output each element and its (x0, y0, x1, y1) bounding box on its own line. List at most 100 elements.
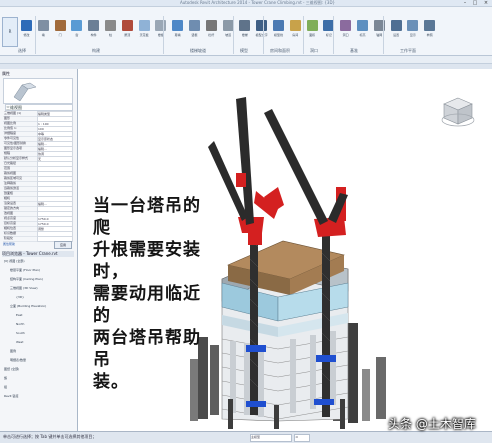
left-panel: 属性 三维视图 三维视图 (1) 编辑类型 图形 视图比例 1 : 100 比例值 1: 1… (0, 69, 78, 431)
browser-tree-item[interactable]: 三维视图 (3D View) (10, 286, 80, 291)
browser-tree-item[interactable]: 明细表/数量 (10, 358, 80, 363)
property-key: 视点高度 (4, 216, 17, 220)
browser-tree-item[interactable]: South (16, 331, 86, 336)
ribbon-tool-icon (222, 20, 234, 31)
ribbon-tool-icon (138, 20, 150, 31)
ribbon-button-label: 幕墙 (174, 33, 181, 37)
ribbon-button[interactable]: 修改 (20, 18, 33, 44)
ribbon-button[interactable]: 房间 (289, 18, 302, 44)
ribbon-button[interactable]: 楼梯 (238, 18, 251, 44)
ribbon-button-label: 门 (58, 33, 62, 37)
property-key: 渲染设置 (4, 201, 17, 205)
browser-tree-item[interactable]: 图例 (10, 349, 80, 354)
application-menu-button[interactable]: R (2, 17, 18, 47)
ribbon-button-label: 洞口 (342, 33, 349, 37)
ribbon-button[interactable]: 设置 (390, 18, 403, 44)
ribbon-button[interactable]: 楼板 (154, 18, 167, 44)
ribbon-separator (35, 16, 36, 54)
panel-label: 构建 (92, 48, 100, 53)
view-type-icon (13, 82, 37, 102)
ribbon-tool-icon (155, 20, 167, 31)
browser-tree-item[interactable]: East (16, 313, 86, 318)
browser-tree-item[interactable]: [0] 视图 (全部) (4, 259, 74, 264)
zoom-field[interactable]: :0 (294, 434, 310, 442)
property-key: 锁定的方向 (4, 206, 20, 210)
property-key: 剖面框 (4, 191, 14, 195)
ribbon-tool-icon (239, 20, 251, 31)
maximize-icon[interactable]: □ (470, 0, 480, 6)
property-key: 零件可见性 (4, 136, 20, 140)
ribbon-button[interactable]: 栏杆 (205, 18, 218, 44)
ribbon-tool-icon (21, 20, 32, 31)
browser-tree-item[interactable]: 立面 (Building Elevation) (10, 304, 80, 309)
ribbon-tool-icon (289, 20, 301, 31)
browser-tree-item[interactable]: {3D} (16, 295, 86, 300)
ribbon-button-label: 墙 (41, 33, 45, 37)
browser-tree-item[interactable]: North (16, 322, 86, 327)
ribbon-button[interactable]: 显示 (406, 18, 419, 44)
ribbon-button[interactable]: 窗 (70, 18, 83, 44)
ribbon-button[interactable]: 门 (54, 18, 67, 44)
browser-tree-item[interactable]: 楼层平面 (Floor Plan) (10, 268, 80, 273)
caption-line: 当一台塔吊的爬 (93, 196, 201, 238)
property-key: 默认分析显示样式 (4, 156, 29, 160)
viewport-caption: 当一台塔吊的爬 升根需要安装时， 需要动用临近的 两台塔吊帮助吊 装。 (93, 195, 213, 393)
browser-tree-item[interactable]: Revit 链接 (4, 394, 74, 399)
ribbon-button-label: 楼板 (157, 33, 164, 37)
property-key: 相机位置 (4, 226, 17, 230)
panel-label: 工作平面 (400, 48, 416, 53)
ribbon-tool-icon (273, 20, 284, 31)
caption-line: 装。 (93, 372, 129, 392)
ribbon-separator (233, 16, 234, 54)
panel-label: 楼梯坡道 (190, 48, 206, 53)
ribbon-button[interactable]: 标高 (356, 18, 369, 44)
title-bar: Autodesk Revit Architecture 2014 - Tower… (0, 0, 492, 7)
ribbon-button[interactable]: 模型文字 (255, 18, 268, 44)
properties-help-link[interactable]: 属性帮助 (3, 242, 15, 246)
ribbon-tool-icon (172, 20, 184, 31)
apply-button[interactable]: 应用 (54, 241, 72, 249)
status-message: 单击可进行选择；按 Tab 键并单击可选择其他项目； (3, 434, 97, 439)
property-key: 比例值 1: (4, 126, 17, 130)
browser-tree-item[interactable]: West (16, 340, 86, 345)
ribbon: R 修改墙门窗构件柱屋顶 天花板 楼板 幕墙 竖梃 栏杆 坡道 楼梯 模型文字 模型线 房间 面积 标记… (0, 7, 492, 56)
type-selector-preview[interactable] (3, 78, 73, 104)
property-key: 目标高度 (4, 221, 17, 225)
ribbon-button-label: 修改 (23, 33, 30, 37)
minimize-icon[interactable]: – (460, 0, 470, 6)
ribbon-button[interactable]: 天花板 (138, 18, 151, 44)
options-bar (0, 56, 492, 64)
ribbon-button[interactable]: 面积 (306, 18, 319, 44)
ribbon-button-label: 显示 (409, 33, 416, 37)
ribbon-button[interactable]: 墙 (37, 18, 50, 44)
property-key: 相机 (4, 196, 11, 200)
ribbon-button[interactable]: 屋顶 (121, 18, 134, 44)
ribbon-button-label: 天花板 (139, 33, 149, 37)
property-key: 详细程度 (4, 131, 17, 135)
watermark: 头条 @土木智库 (388, 417, 476, 431)
property-key: 图形显示选项 (4, 146, 23, 150)
ribbon-button[interactable]: 构件 (87, 18, 100, 44)
type-name-field[interactable]: 三维视图 (5, 104, 73, 111)
viewcube-icon[interactable] (440, 96, 476, 130)
property-key: 远裁剪激活 (4, 186, 20, 190)
ribbon-tool-icon (256, 20, 268, 31)
browser-tree-item[interactable]: 族 (4, 376, 74, 381)
browser-tree-item[interactable]: 结构平面 (Ceiling Plan) (10, 277, 80, 282)
browser-tree-item[interactable]: 图纸 (全部) (4, 367, 74, 372)
ribbon-button-label: 竖梃 (191, 33, 198, 37)
browser-tree-item[interactable]: 组 (4, 385, 74, 390)
active-model-field[interactable]: 主模型 (250, 434, 292, 442)
close-icon[interactable]: × (481, 0, 491, 6)
ribbon-button[interactable]: 竖梃 (188, 18, 201, 44)
ribbon-button[interactable]: 参照 (423, 18, 436, 44)
caption-line: 需要动用临近的 (93, 284, 201, 326)
ribbon-tool-icon (54, 20, 66, 31)
ribbon-button-label: 模型文字 (255, 33, 268, 37)
ribbon-button[interactable]: 柱 (104, 18, 117, 44)
ribbon-button[interactable]: 模型线 (272, 18, 285, 44)
ribbon-tool-icon (340, 20, 352, 31)
ribbon-button[interactable]: 幕墙 (171, 18, 184, 44)
panel-label: 基准 (350, 48, 358, 53)
ribbon-button[interactable]: 洞口 (339, 18, 352, 44)
